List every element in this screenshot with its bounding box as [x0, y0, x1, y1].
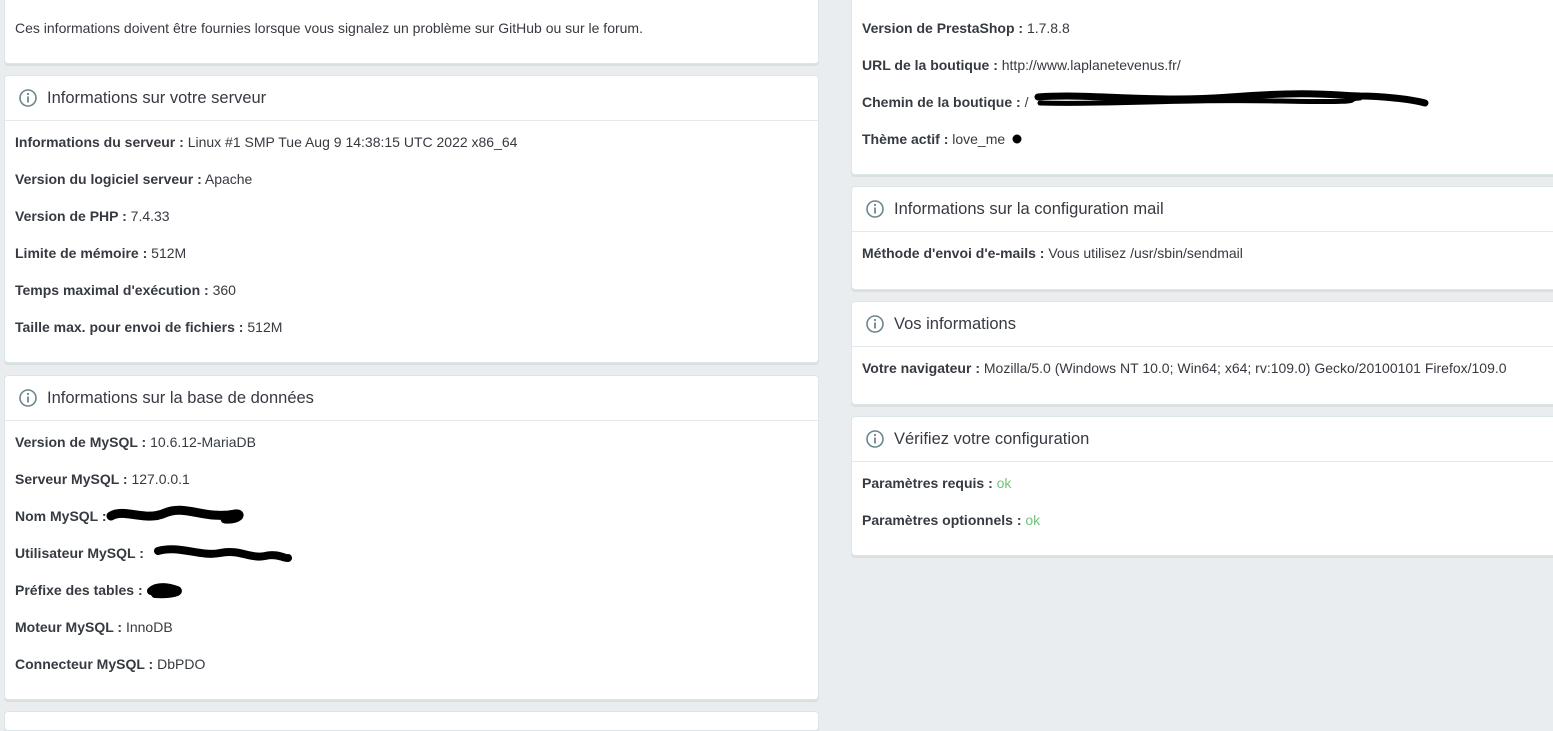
server-panel-title: Informations sur votre serveur: [47, 88, 267, 107]
database-row: Version de MySQL : 10.6.12-MariaDB: [15, 434, 256, 450]
server-row: Temps maximal d'exécution : 360: [15, 282, 236, 298]
database-panel: Informations sur la base de données Vers…: [4, 375, 819, 700]
check-panel: Vérifiez votre configuration Paramètres …: [851, 416, 1553, 556]
info-circle-icon: [18, 88, 38, 108]
shop-row: URL de la boutique : http://www.laplanet…: [862, 57, 1181, 73]
redaction-mark: [1012, 134, 1022, 144]
check-row: Paramètres requis : ok: [862, 475, 1012, 491]
database-row: Moteur MySQL : InnoDB: [15, 619, 173, 635]
check-panel-title: Vérifiez votre configuration: [894, 429, 1090, 448]
server-panel: Informations sur votre serveur Informati…: [4, 75, 819, 363]
shop-row: Version de PrestaShop : 1.7.8.8: [862, 20, 1070, 36]
mail-panel: Informations sur la configuration mail M…: [851, 186, 1553, 290]
shop-row: Thème actif : love_me: [862, 131, 1006, 147]
mail-panel-title: Informations sur la configuration mail: [894, 199, 1164, 218]
database-row: Utilisateur MySQL :: [15, 545, 144, 561]
mail-row: Méthode d'envoi d'e-mails : Vous utilise…: [862, 245, 1243, 261]
info-circle-icon: [865, 199, 885, 219]
database-panel-heading: Informations sur la base de données: [5, 376, 818, 421]
redaction-mark: [147, 583, 182, 599]
server-row: Version de PHP : 7.4.33: [15, 208, 170, 224]
check-panel-heading: Vérifiez votre configuration: [852, 417, 1553, 462]
check-row: Paramètres optionnels : ok: [862, 512, 1041, 528]
shop-panel: Version de PrestaShop : 1.7.8.8 URL de l…: [851, 0, 1553, 175]
mail-panel-heading: Informations sur la configuration mail: [852, 187, 1553, 232]
info-circle-icon: [865, 314, 885, 334]
server-row: Limite de mémoire : 512M: [15, 245, 187, 261]
you-panel: Vos informations Votre navigateur : Mozi…: [851, 301, 1553, 405]
you-row: Votre navigateur : Mozilla/5.0 (Windows …: [862, 360, 1507, 376]
info-circle-icon: [18, 388, 38, 408]
info-circle-icon: [865, 429, 885, 449]
you-panel-heading: Vos informations: [852, 302, 1553, 347]
database-row: Préfixe des tables :: [15, 582, 143, 598]
shop-row: Chemin de la boutique : /: [862, 94, 1029, 110]
intro-panel: Ces informations doivent être fournies l…: [4, 0, 819, 64]
server-row: Informations du serveur : Linux #1 SMP T…: [15, 134, 518, 150]
server-panel-heading: Informations sur votre serveur: [5, 76, 818, 121]
database-row: Nom MySQL :: [15, 508, 107, 524]
database-panel-title: Informations sur la base de données: [47, 388, 314, 407]
intro-text: Ces informations doivent être fournies l…: [15, 20, 643, 36]
redaction-mark: [154, 545, 292, 563]
next-panel-edge: [4, 711, 819, 731]
server-row: Taille max. pour envoi de fichiers : 512…: [15, 319, 283, 335]
you-panel-title: Vos informations: [894, 314, 1016, 333]
database-row: Serveur MySQL : 127.0.0.1: [15, 471, 190, 487]
redaction-mark: [106, 505, 244, 524]
database-row: Connecteur MySQL : DbPDO: [15, 656, 206, 672]
redaction-mark: [1034, 90, 1429, 107]
server-row: Version du logiciel serveur : Apache: [15, 171, 253, 187]
